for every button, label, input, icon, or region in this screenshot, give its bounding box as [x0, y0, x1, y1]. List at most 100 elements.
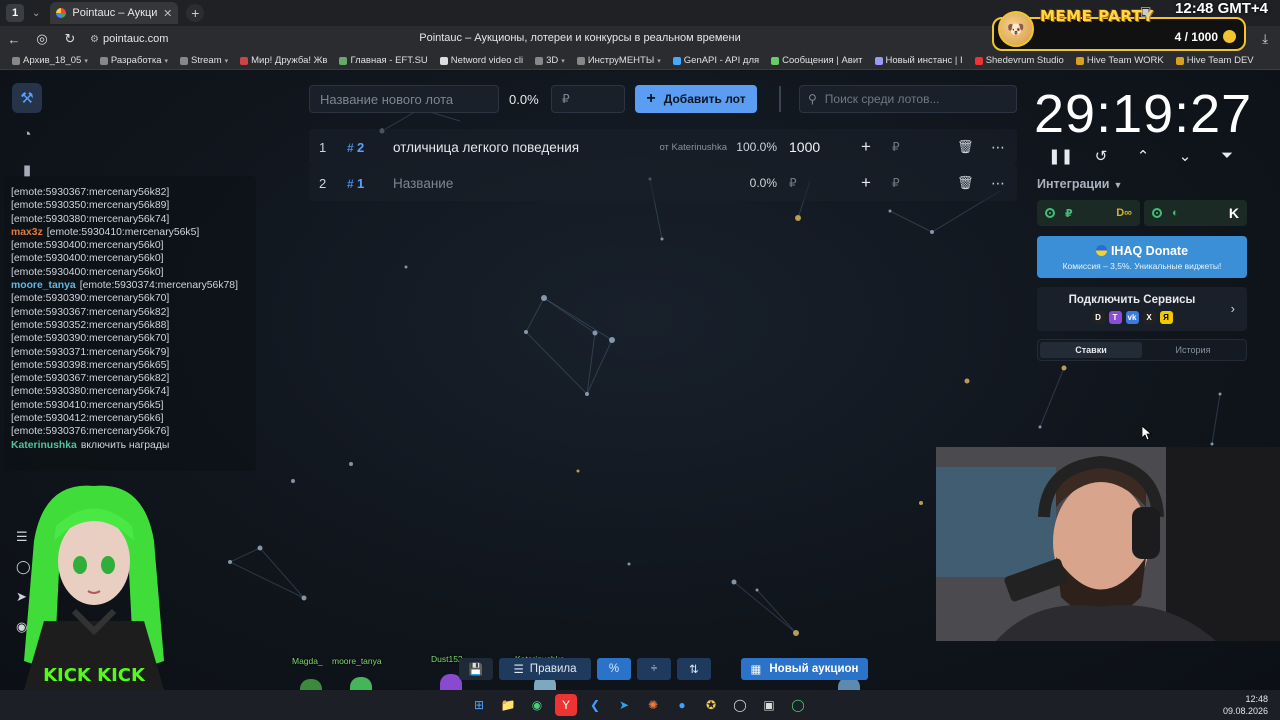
split-icon[interactable]: ÷ [637, 658, 671, 680]
chevron-down-icon: ▾ [657, 57, 661, 65]
chat-message: [emote:5930380:mercenary56k74] [11, 385, 256, 398]
download-icon[interactable]: ⤓ [1262, 31, 1268, 47]
bookmark-item[interactable]: ИнструМЕНТЫ ▾ [571, 55, 667, 66]
tab-bets[interactable]: Ставки [1040, 342, 1142, 358]
lot-name-input[interactable]: Название [393, 176, 649, 191]
double-chevron-up-icon[interactable]: ⏷ [1216, 147, 1238, 165]
bookmark-item[interactable]: Главная - EFT.SU [333, 55, 433, 66]
browser-tab-active[interactable]: Pointauc – Аукционы, л ✕ [50, 2, 179, 24]
pause-icon[interactable]: ❚❚ [1048, 147, 1073, 165]
new-lot-amount-input[interactable]: ₽ [551, 85, 625, 113]
bookmark-item[interactable]: Разработка ▾ [94, 55, 174, 66]
integration-donatepay[interactable]: ₽ D∞ [1037, 200, 1140, 226]
x-icon: X [1142, 311, 1156, 324]
bookmark-item[interactable]: Hive Team DEV [1170, 55, 1260, 66]
lot-hash: # [347, 140, 354, 155]
window-icon[interactable]: ▣ [758, 694, 780, 716]
bookmarks-bar: Архив_18_05 ▾ Разработка ▾ Stream ▾ Мир! Дружб… [0, 52, 1280, 70]
more-options-icon[interactable]: ⋯ [991, 139, 1006, 156]
bookmark-item[interactable]: GenAPI - API для [667, 55, 765, 66]
left-rail: ⚒ ◔ ▮ [12, 83, 44, 185]
radio-icon[interactable] [1152, 208, 1162, 218]
new-auction-button[interactable]: ▦ Новый аукцион [741, 658, 868, 680]
bookmark-item[interactable]: Новый инстанс | I [869, 55, 969, 66]
close-tab-icon[interactable]: ✕ [163, 7, 172, 20]
lightning-icon[interactable]: ✪ [700, 694, 722, 716]
lot-author: от Katerinushka [659, 141, 727, 153]
sparkle-icon[interactable]: ✺ [642, 694, 664, 716]
trash-icon[interactable]: 🗑 [957, 175, 974, 191]
lot-row[interactable]: 1 # 2 отличница легкого поведения от Kateri… [309, 129, 1017, 165]
trash-icon[interactable]: 🗑 [957, 139, 974, 155]
wheel-icon[interactable]: ◔ [12, 119, 42, 149]
new-tab-button[interactable]: + [186, 4, 205, 22]
overlay-clock: 12:48 GMT+4 [1175, 0, 1268, 17]
viewer-avatar [300, 679, 322, 690]
bookmark-item[interactable]: Shedevrum Studio [969, 55, 1070, 66]
new-lot-name-input[interactable] [309, 85, 499, 113]
lot-amount-input[interactable]: 1000 [777, 139, 847, 155]
tab-count-badge[interactable]: 1 [6, 4, 24, 22]
radio-icon[interactable] [1045, 208, 1055, 218]
folder-icon [99, 56, 108, 65]
bookmark-item[interactable]: Сообщения | Авит [765, 55, 868, 66]
chevron-down-icon: ▾ [224, 57, 229, 65]
reset-icon[interactable]: ↺ [1090, 147, 1112, 165]
bookmark-item[interactable]: Мир! Дружба! Жв [234, 55, 333, 66]
lot-number: 1 [357, 175, 365, 191]
auction-hammer-icon[interactable]: ⚒ [12, 83, 42, 113]
integration-kick[interactable]: ◐ K [1144, 200, 1247, 226]
amount-increment-input[interactable]: ₽ [892, 176, 900, 190]
chat-message: Katerinushka включить награды [11, 439, 256, 452]
ring-icon[interactable]: ◯ [787, 694, 809, 716]
system-time: 12:48 [1245, 694, 1268, 704]
rules-button[interactable]: ☰ Правила [499, 658, 591, 680]
percent-icon[interactable]: % [597, 658, 631, 680]
bookmark-item[interactable]: Hive Team WORK [1070, 55, 1170, 66]
bookmark-item[interactable]: 3D ▾ [529, 55, 571, 66]
tab-history[interactable]: История [1142, 342, 1244, 358]
chevron-down-icon[interactable]: ⌄ [1174, 147, 1196, 165]
lot-amount-input[interactable]: ₽ [777, 176, 847, 190]
lot-index: 2 [319, 175, 327, 191]
folder-icon [180, 56, 188, 65]
save-icon[interactable]: 💾 [459, 658, 493, 680]
obs-icon[interactable]: ◯ [729, 694, 751, 716]
bookmark-label: Главная - EFT.SU [350, 55, 428, 66]
lot-row[interactable]: 2 # 1 Название 0.0% ₽ + ₽ 🗑 ⋯ [309, 165, 1017, 201]
coin-icon [1223, 30, 1236, 43]
integrations-header[interactable]: Интеграции ▼ [1037, 177, 1122, 191]
yandex-browser-icon[interactable]: Y [555, 694, 577, 716]
messenger-icon[interactable]: ● [671, 694, 693, 716]
vk-icon: vk [1125, 311, 1139, 324]
bookmark-item[interactable]: Netword video cli [434, 55, 529, 66]
add-amount-plus-icon[interactable]: + [861, 137, 871, 157]
system-clock[interactable]: 12:48 09.08.2026 [1223, 693, 1268, 717]
chat-message: [emote:5930367:mercenary56k82] [11, 372, 256, 385]
sort-icon[interactable]: ⇅ [677, 658, 711, 680]
lot-name-input[interactable]: отличница легкого поведения [393, 140, 649, 155]
tab-list-chevron-icon[interactable]: ⌄ [32, 8, 40, 19]
lot-search[interactable]: ⚲ [799, 85, 1017, 113]
lot-index: 1 [319, 139, 327, 155]
lot-search-input[interactable] [824, 92, 1005, 106]
add-lot-button[interactable]: + Добавить лот [635, 85, 757, 113]
ihaq-donate-banner[interactable]: IHAQ Donate Комиссия – 3,5%. Уникальные … [1037, 236, 1247, 278]
connect-services[interactable]: Подключить Сервисы D T vk X Я › [1037, 287, 1247, 331]
vscode-icon[interactable]: ❮ [584, 694, 606, 716]
amount-increment-input[interactable]: ₽ [892, 140, 900, 154]
windows-start-icon[interactable]: ⊞ [468, 694, 490, 716]
chevron-up-icon[interactable]: ⌃ [1132, 147, 1154, 165]
bookmark-label: Сообщения | Авит [782, 55, 863, 66]
chat-text: [emote:5930410:mercenary56k5] [46, 226, 200, 238]
add-amount-plus-icon[interactable]: + [861, 173, 871, 193]
chat-message: [emote:5930400:mercenary56k0] [11, 252, 256, 265]
bookmark-label: 3D [546, 55, 559, 66]
telegram-icon[interactable]: ➤ [613, 694, 635, 716]
bookmark-item[interactable]: Stream ▾ [174, 55, 234, 66]
chat-message: [emote:5930400:mercenary56k0] [11, 266, 256, 279]
folder-icon[interactable]: 📁 [497, 694, 519, 716]
more-options-icon[interactable]: ⋯ [991, 175, 1006, 192]
bookmark-item[interactable]: Архив_18_05 ▾ [6, 55, 94, 66]
chrome-icon[interactable]: ◉ [526, 694, 548, 716]
